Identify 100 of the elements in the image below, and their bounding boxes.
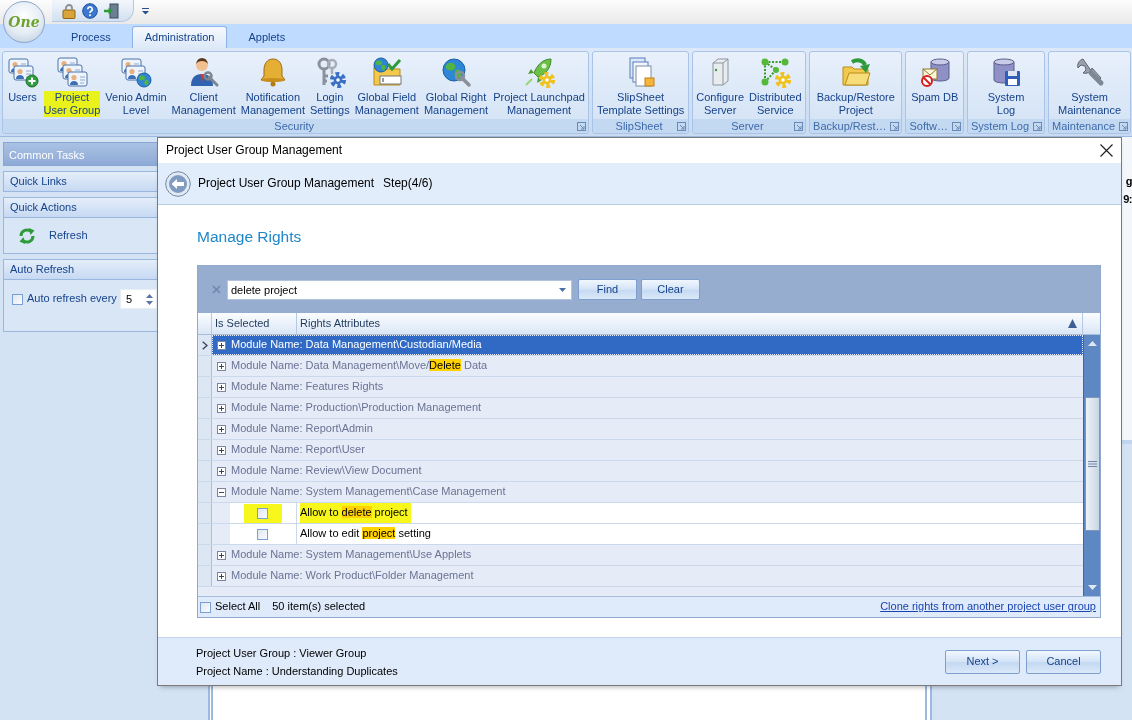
ribbon-button[interactable]: Spam DB	[908, 52, 961, 119]
ribbon-button[interactable]: System Maintenance	[1055, 52, 1124, 119]
lock-icon[interactable]	[61, 2, 77, 19]
ribbon-button[interactable]: System Log	[985, 52, 1027, 119]
grid-row[interactable]: Module Name: Data Management\Custodian/Media	[198, 335, 1083, 356]
ribbon-button[interactable]: Notification Management	[238, 52, 308, 119]
action-link[interactable]: Refresh	[49, 228, 88, 243]
search-bar-button[interactable]: Find	[578, 279, 637, 300]
column-header[interactable]: Is Selected	[215, 316, 270, 331]
dialog-launcher-icon[interactable]	[1119, 121, 1129, 131]
customize-arrow-icon[interactable]	[142, 8, 149, 15]
checkbox[interactable]	[200, 601, 211, 613]
grid-row[interactable]: Module Name: Report\Admin	[198, 419, 1083, 440]
dialog-launcher-icon[interactable]	[952, 121, 961, 131]
ribbon-button[interactable]: Login Settings	[307, 52, 353, 119]
info-text: Project User Group : Viewer Group	[196, 645, 367, 661]
expand-plus-icon[interactable]	[217, 382, 226, 392]
checkbox[interactable]	[257, 528, 268, 540]
grid-row[interactable]: Module Name: Features Rights	[198, 377, 1083, 398]
collapse-minus-icon[interactable]	[217, 487, 226, 497]
exit-door-icon[interactable]	[103, 2, 119, 19]
group-label: System Log	[971, 119, 1030, 133]
column-header[interactable]: Rights Attributes	[300, 316, 381, 331]
database-envelope-icon	[918, 56, 951, 88]
module-name: Module Name: Data Management\Move/Delete Data	[231, 359, 488, 373]
group-label: SlipSheet	[615, 119, 663, 133]
search-bar-button[interactable]: Clear	[641, 279, 700, 300]
clone-rights-link[interactable]: Clone rights from another project user group	[880, 600, 1096, 614]
help-icon[interactable]	[82, 2, 98, 19]
folder-globe-icon	[370, 56, 403, 88]
dialog-launcher-icon[interactable]	[890, 121, 900, 131]
id-cards-plus-icon	[6, 56, 39, 88]
dialog-launcher-icon[interactable]	[794, 121, 804, 131]
module-name: Module Name: System Management\Case Management	[231, 485, 506, 499]
grid-row[interactable]: Module Name: Review\View Document	[198, 461, 1083, 482]
expand-plus-icon[interactable]	[217, 571, 226, 581]
grid-row[interactable]: Module Name: Work Product\Folder Management	[198, 566, 1083, 587]
ribbon-button[interactable]: Project Launchpad Management	[490, 52, 588, 119]
module-name: Module Name: Work Product\Folder Management	[231, 569, 474, 583]
grid-row[interactable]: Module Name: System Management\Use Applets	[198, 545, 1083, 566]
checkbox[interactable]	[257, 507, 268, 519]
expand-plus-icon[interactable]	[217, 424, 226, 434]
number-spinner[interactable]: 5	[119, 289, 157, 309]
dialog-button[interactable]: Next >	[945, 649, 1020, 674]
close-icon[interactable]	[1100, 144, 1113, 157]
checkbox-label[interactable]: Auto refresh every	[27, 292, 117, 306]
dialog-button[interactable]: Cancel	[1026, 649, 1101, 674]
expand-plus-icon[interactable]	[217, 403, 226, 413]
refresh-arrows-icon[interactable]	[18, 226, 36, 245]
module-name: Module Name: Report\User	[231, 443, 365, 457]
partial-text: g	[1125, 174, 1132, 189]
scroll-down-icon[interactable]	[1087, 585, 1097, 590]
module-name: Module Name: System Management\Use Applets	[231, 548, 472, 562]
selection-count: 50 item(s) selected	[272, 600, 366, 614]
expand-plus-icon[interactable]	[217, 340, 226, 350]
ribbon-button[interactable]: Configure Server	[693, 52, 747, 119]
ribbon-button[interactable]: Client Management	[169, 52, 239, 119]
scrollbar-thumb[interactable]	[1084, 397, 1100, 531]
grid-row[interactable]: Module Name: System Management\Case Management	[198, 482, 1083, 503]
right-name: Allow to delete project	[300, 503, 411, 523]
expand-plus-icon[interactable]	[217, 445, 226, 455]
folder-arrow-icon	[839, 56, 872, 88]
ribbon-button[interactable]: Venio Admin Level	[102, 52, 169, 119]
ribbon-button[interactable]: Distributed Service	[746, 52, 805, 119]
scroll-up-icon[interactable]	[1087, 341, 1097, 346]
dialog-launcher-icon[interactable]	[676, 121, 686, 131]
spin-down-icon[interactable]	[145, 301, 153, 305]
ribbon-button[interactable]: SlipSheet Template Settings	[594, 52, 687, 119]
section-heading: Manage Rights	[197, 227, 302, 247]
grid-row[interactable]: Module Name: Report\User	[198, 440, 1083, 461]
expand-plus-icon[interactable]	[217, 361, 226, 371]
spin-up-icon[interactable]	[145, 294, 153, 298]
grid-row[interactable]: Allow to delete project	[198, 503, 1083, 524]
ribbon-tab[interactable]: Process	[58, 26, 124, 48]
ribbon-button[interactable]: Global Field Management	[352, 52, 422, 119]
checkbox[interactable]	[12, 293, 23, 305]
group-label: Security	[274, 119, 315, 133]
sort-up-icon[interactable]	[1068, 319, 1077, 328]
group-label: Maintenance	[1052, 119, 1116, 133]
ribbon-button[interactable]: Backup/Restore Project	[814, 52, 898, 119]
module-name: Module Name: Review\View Document	[231, 464, 422, 478]
ribbon-tab[interactable]: Administration	[131, 26, 228, 48]
expand-plus-icon[interactable]	[217, 550, 226, 560]
grid-row[interactable]: Module Name: Data Management\Move/Delete Data	[198, 356, 1083, 377]
ribbon-button[interactable]: Project User Group	[41, 52, 103, 119]
grid-row[interactable]: Module Name: Production\Production Management	[198, 398, 1083, 419]
info-text: Project Name : Understanding Duplicates	[196, 663, 398, 679]
id-cards-icon	[55, 56, 88, 88]
database-floppy-icon	[990, 56, 1023, 88]
expand-plus-icon[interactable]	[217, 466, 226, 476]
search-combobox[interactable]: delete project	[227, 279, 572, 300]
ribbon-tab[interactable]: Applets	[235, 26, 299, 48]
checkbox-label[interactable]: Select All	[215, 600, 261, 614]
group-label: Server	[731, 119, 764, 133]
dropdown-arrow-icon[interactable]	[559, 287, 566, 292]
ribbon-button[interactable]: Users	[4, 52, 41, 119]
dialog-launcher-icon[interactable]	[577, 121, 587, 131]
ribbon-button[interactable]: Global Right Management	[421, 52, 491, 119]
group-label: Backup/Rest…	[813, 119, 887, 133]
dialog-launcher-icon[interactable]	[1033, 121, 1043, 131]
